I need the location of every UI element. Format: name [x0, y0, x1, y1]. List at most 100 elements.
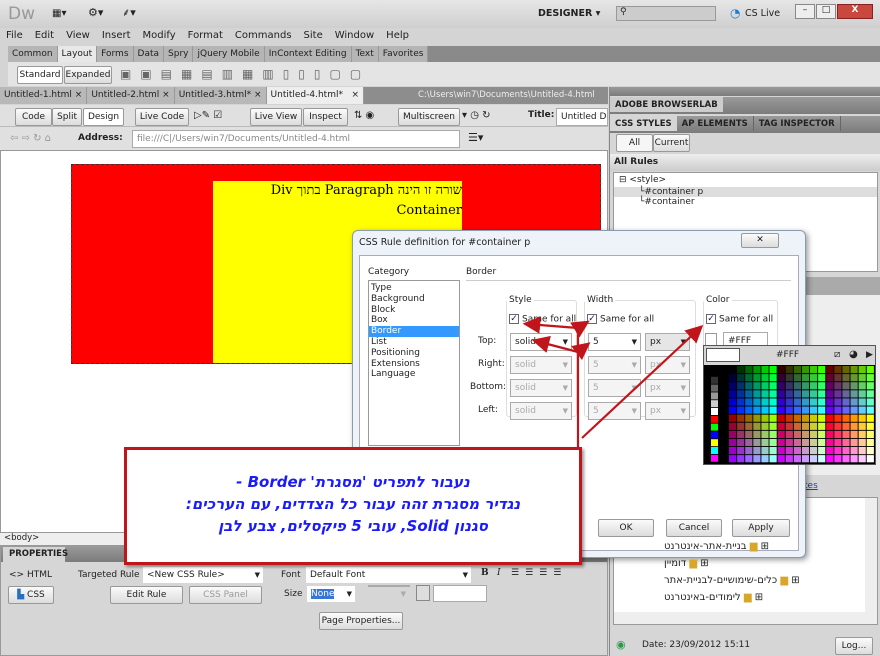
tab-incontext-editing[interactable]: InContext Editing: [264, 46, 352, 62]
color-swatch[interactable]: [793, 406, 801, 414]
bold-button[interactable]: B: [481, 568, 489, 578]
border-width-select[interactable]: 5 ▼: [588, 356, 641, 374]
color-swatch[interactable]: [793, 382, 801, 390]
color-swatch[interactable]: [729, 447, 737, 455]
color-swatch[interactable]: [858, 398, 866, 406]
color-swatch[interactable]: [729, 430, 737, 438]
color-swatch[interactable]: [737, 414, 745, 422]
menu-edit[interactable]: Edit: [29, 28, 60, 44]
color-swatch[interactable]: [745, 406, 753, 414]
color-swatch[interactable]: [850, 447, 858, 455]
color-swatch[interactable]: [801, 382, 810, 390]
color-swatch[interactable]: [711, 454, 718, 462]
color-swatch[interactable]: [761, 455, 769, 463]
dialog-close-button[interactable]: ✕: [741, 233, 779, 248]
color-swatch[interactable]: [793, 438, 801, 447]
menu-modify[interactable]: Modify: [137, 28, 182, 44]
color-swatch[interactable]: [858, 447, 866, 455]
color-swatch[interactable]: [769, 430, 777, 438]
color-swatch[interactable]: [826, 406, 834, 414]
cs-live-button[interactable]: CS Live: [745, 8, 780, 19]
color-swatch[interactable]: [777, 447, 785, 455]
border-style-select[interactable]: solid ▼: [510, 356, 572, 374]
color-swatch[interactable]: [777, 382, 785, 390]
split-view-button[interactable]: Split: [52, 108, 82, 126]
workspace-switcher[interactable]: DESIGNER ▾: [538, 8, 600, 19]
color-swatch[interactable]: [769, 455, 777, 463]
color-swatch[interactable]: [761, 406, 769, 414]
color-swatch[interactable]: [850, 430, 858, 438]
color-swatch[interactable]: [729, 374, 737, 382]
gear-icon[interactable]: ⚙▾: [88, 6, 103, 20]
color-swatch[interactable]: [777, 414, 785, 422]
doc-tab[interactable]: Untitled-2.html ×: [87, 87, 175, 104]
color-swatch[interactable]: [818, 398, 826, 406]
tab-forms[interactable]: Forms: [97, 46, 134, 62]
color-swatch[interactable]: [834, 406, 842, 414]
color-swatch[interactable]: [858, 430, 866, 438]
menu-site[interactable]: Site: [298, 28, 329, 44]
color-swatch[interactable]: [826, 455, 834, 463]
color-swatch[interactable]: [858, 366, 866, 374]
color-swatch[interactable]: [785, 422, 793, 430]
color-swatch[interactable]: [761, 398, 769, 406]
border-width-select[interactable]: 5 ▼: [588, 333, 641, 351]
color-swatch[interactable]: [850, 366, 858, 374]
tab-common[interactable]: Common: [8, 46, 58, 62]
color-swatch[interactable]: [793, 390, 801, 398]
color-swatch[interactable]: [761, 382, 769, 390]
color-swatch[interactable]: [842, 455, 850, 463]
color-swatch[interactable]: [737, 430, 745, 438]
doc-tab-active[interactable]: Untitled-4.html* ×: [266, 87, 365, 104]
size-select[interactable]: None ▼: [307, 586, 355, 602]
color-swatch[interactable]: [737, 438, 745, 447]
color-swatch[interactable]: [793, 366, 801, 374]
color-swatch[interactable]: [842, 438, 850, 447]
color-swatch[interactable]: [737, 447, 745, 455]
color-swatch[interactable]: [785, 455, 793, 463]
color-swatch[interactable]: [801, 430, 810, 438]
category-item[interactable]: Extensions: [369, 359, 459, 370]
color-swatch[interactable]: [842, 390, 850, 398]
search-input[interactable]: ⚲: [616, 6, 716, 21]
css-panel-button[interactable]: CSS Panel: [189, 586, 262, 604]
tab-ap-elements[interactable]: AP ELEMENTS: [677, 116, 754, 131]
color-swatch[interactable]: [858, 382, 866, 390]
color-swatch[interactable]: [711, 384, 718, 392]
color-swatch[interactable]: [850, 382, 858, 390]
color-swatch[interactable]: [729, 455, 737, 463]
color-swatch[interactable]: [753, 366, 761, 374]
tab-layout[interactable]: Layout: [57, 46, 98, 62]
color-swatch[interactable]: [753, 382, 761, 390]
standard-button[interactable]: Standard: [17, 66, 63, 84]
color-swatch[interactable]: [866, 382, 874, 390]
color-swatch[interactable]: [834, 414, 842, 422]
color-swatch[interactable]: [850, 398, 858, 406]
color-swatch[interactable]: [866, 398, 874, 406]
current-button[interactable]: Current: [653, 134, 690, 152]
color-swatch[interactable]: [810, 430, 818, 438]
color-swatch[interactable]: [866, 406, 874, 414]
color-swatch[interactable]: [866, 430, 874, 438]
color-swatch[interactable]: [842, 447, 850, 455]
color-swatch[interactable]: [858, 455, 866, 463]
color-swatch[interactable]: [777, 366, 785, 374]
address-input[interactable]: file:///C|/Users/win7/Documents/Untitled…: [132, 130, 460, 148]
color-swatch[interactable]: [793, 414, 801, 422]
color-swatch[interactable]: [826, 390, 834, 398]
color-swatch[interactable]: [769, 366, 777, 374]
multiscreen-button[interactable]: Multiscreen: [398, 108, 460, 126]
text-color-swatch[interactable]: [416, 585, 430, 601]
color-swatch[interactable]: [834, 447, 842, 455]
color-swatch[interactable]: [711, 447, 718, 454]
color-swatch[interactable]: [801, 422, 810, 430]
color-swatch[interactable]: [769, 438, 777, 447]
color-swatch[interactable]: [801, 414, 810, 422]
border-unit-select[interactable]: px ▼: [645, 402, 690, 420]
color-swatch[interactable]: [866, 414, 874, 422]
color-swatch[interactable]: [745, 447, 753, 455]
color-swatch[interactable]: [818, 447, 826, 455]
browser-icons[interactable]: ⇅ ◉: [354, 109, 374, 123]
border-width-select[interactable]: 5 ▼: [588, 402, 641, 420]
color-swatch[interactable]: [785, 374, 793, 382]
